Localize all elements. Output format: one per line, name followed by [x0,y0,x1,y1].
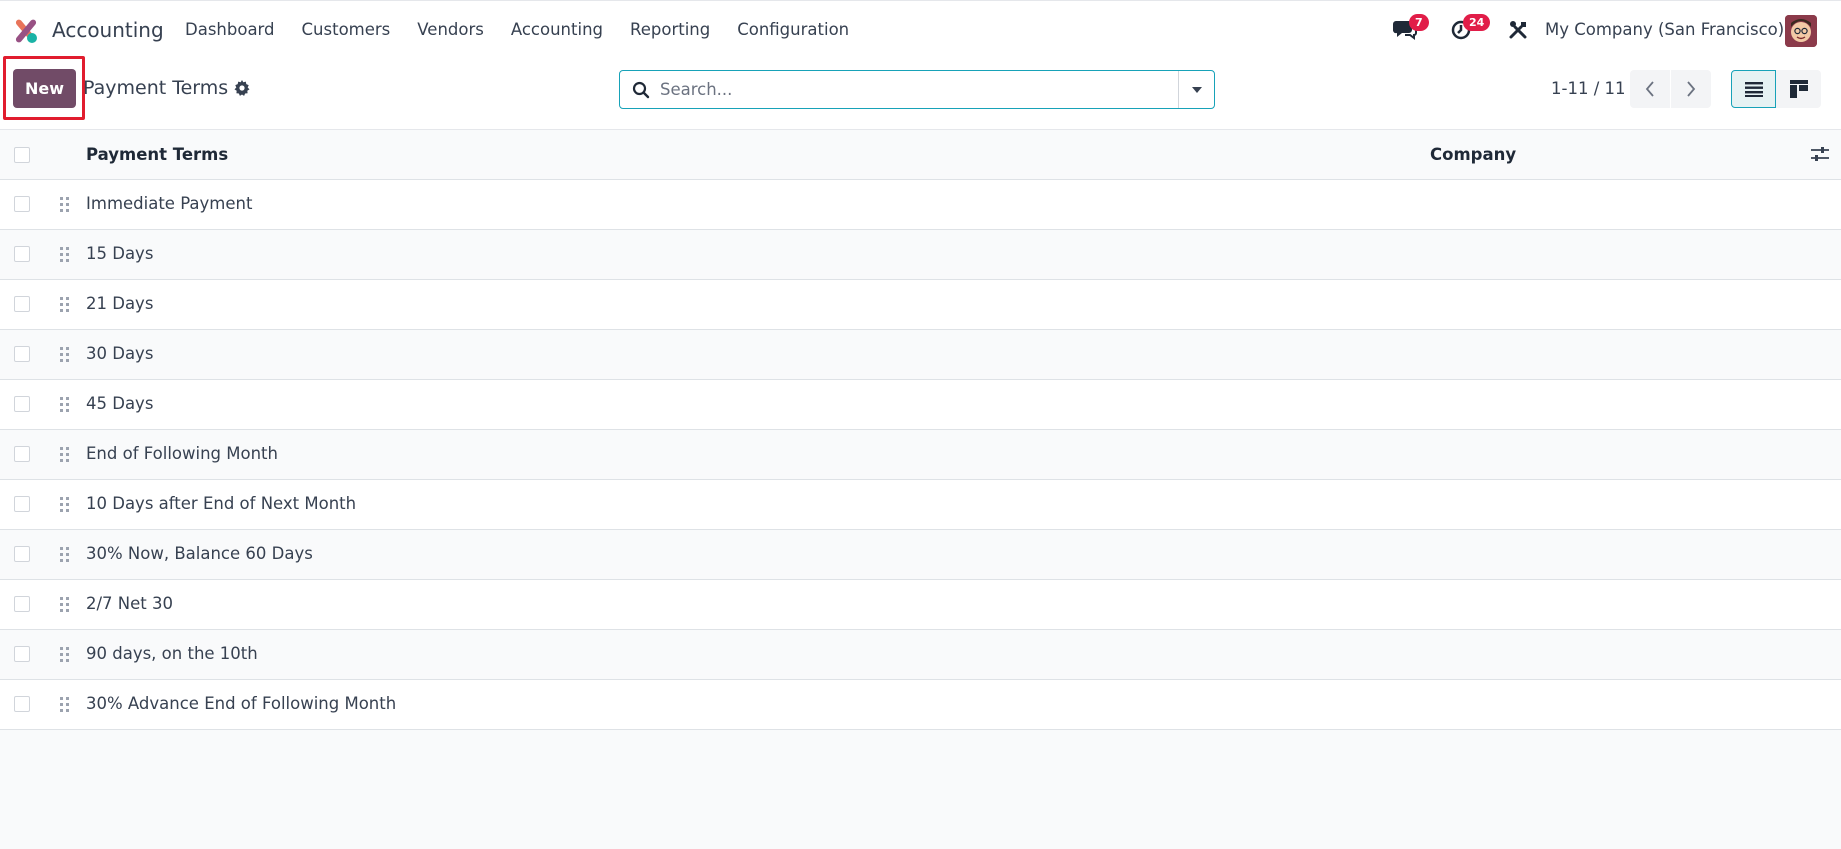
column-company[interactable]: Company [1430,145,1516,164]
row-checkbox[interactable] [14,446,30,462]
table-row[interactable]: 30% Advance End of Following Month [0,680,1841,730]
payment-term-name: End of Following Month [86,444,278,463]
payment-term-name: 90 days, on the 10th [86,644,258,663]
drag-handle-icon[interactable] [60,697,70,717]
list-icon [1744,82,1763,97]
top-navbar: Accounting Dashboard Customers Vendors A… [0,0,1841,59]
table-row[interactable]: End of Following Month [0,430,1841,480]
row-checkbox[interactable] [14,346,30,362]
drag-handle-icon[interactable] [60,197,70,217]
search-bar [619,70,1215,109]
row-checkbox[interactable] [14,596,30,612]
payment-terms-list: Payment Terms Company Immediate Payment … [0,129,1841,730]
drag-handle-icon[interactable] [60,247,70,267]
gear-icon[interactable] [234,80,250,96]
drag-handle-icon[interactable] [60,497,70,517]
main-menu: Dashboard Customers Vendors Accounting R… [185,20,876,39]
menu-vendors[interactable]: Vendors [417,20,484,39]
row-checkbox[interactable] [14,546,30,562]
row-checkbox[interactable] [14,396,30,412]
table-row[interactable]: 45 Days [0,380,1841,430]
menu-customers[interactable]: Customers [302,20,391,39]
app-name[interactable]: Accounting [52,18,164,42]
search-icon [632,81,650,103]
table-header: Payment Terms Company [0,129,1841,180]
payment-term-name: 21 Days [86,294,154,313]
row-checkbox[interactable] [14,296,30,312]
table-row[interactable]: 30% Now, Balance 60 Days [0,530,1841,580]
user-avatar[interactable] [1785,15,1817,47]
payment-term-name: 45 Days [86,394,154,413]
payment-term-name: 30% Advance End of Following Month [86,694,397,713]
table-row[interactable]: 21 Days [0,280,1841,330]
table-row[interactable]: 90 days, on the 10th [0,630,1841,680]
drag-handle-icon[interactable] [60,347,70,367]
payment-term-name: 2/7 Net 30 [86,594,174,613]
column-payment-terms[interactable]: Payment Terms [86,145,228,164]
row-checkbox[interactable] [14,646,30,662]
table-row[interactable]: Immediate Payment [0,180,1841,230]
payment-term-name: Immediate Payment [86,194,253,213]
pager-previous-button[interactable] [1630,70,1670,108]
messages-badge: 7 [1409,14,1429,31]
tools-icon [1509,21,1527,39]
activities-badge: 24 [1463,14,1491,31]
row-checkbox[interactable] [14,196,30,212]
page-title: Payment Terms [83,77,229,99]
row-checkbox[interactable] [14,246,30,262]
breadcrumb: Payment Terms [83,77,250,99]
payment-term-name: 30% Now, Balance 60 Days [86,544,313,563]
chevron-left-icon [1645,81,1654,97]
pager-next-button[interactable] [1671,70,1711,108]
drag-handle-icon[interactable] [60,297,70,317]
messages-button[interactable]: 7 [1392,14,1429,44]
table-row[interactable]: 2/7 Net 30 [0,580,1841,630]
select-all-checkbox[interactable] [14,147,30,163]
drag-handle-icon[interactable] [60,597,70,617]
menu-accounting[interactable]: Accounting [511,20,603,39]
table-row[interactable]: 10 Days after End of Next Month [0,480,1841,530]
drag-handle-icon[interactable] [60,397,70,417]
list-view-button[interactable] [1731,70,1776,108]
menu-configuration[interactable]: Configuration [737,20,849,39]
pager-value[interactable]: 1-11 / 11 [1551,79,1626,98]
payment-term-name: 15 Days [86,244,154,263]
row-checkbox[interactable] [14,496,30,512]
payment-term-name: 30 Days [86,344,154,363]
company-switcher[interactable]: My Company (San Francisco) [1545,20,1784,39]
new-button[interactable]: New [13,69,76,108]
menu-dashboard[interactable]: Dashboard [185,20,275,39]
table-row[interactable]: 30 Days [0,330,1841,380]
drag-handle-icon[interactable] [60,647,70,667]
table-row[interactable]: 15 Days [0,230,1841,280]
row-checkbox[interactable] [14,696,30,712]
drag-handle-icon[interactable] [60,447,70,467]
app-logo-icon[interactable] [12,17,40,45]
chevron-right-icon [1687,81,1696,97]
caret-down-icon [1191,86,1202,93]
search-options-toggle[interactable] [1178,71,1214,108]
kanban-icon [1789,80,1808,98]
debug-tools-button[interactable] [1508,20,1528,44]
menu-reporting[interactable]: Reporting [630,20,710,39]
search-input[interactable] [660,72,1168,107]
activities-button[interactable]: 24 [1450,14,1491,44]
payment-term-name: 10 Days after End of Next Month [86,494,357,513]
kanban-view-button[interactable] [1776,70,1821,108]
drag-handle-icon[interactable] [60,547,70,567]
optional-columns-icon[interactable] [1811,146,1829,166]
table-body: Immediate Payment 15 Days 21 Days 30 Day… [0,180,1841,730]
